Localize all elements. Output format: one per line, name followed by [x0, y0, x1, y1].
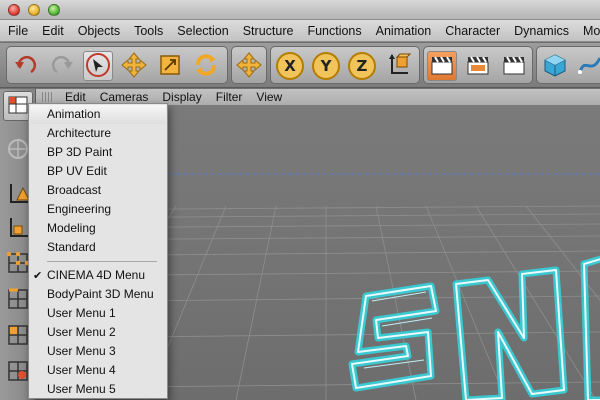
- clapperboard-icon: [465, 53, 491, 80]
- menu-objects[interactable]: Objects: [71, 24, 127, 38]
- toolbar-group-recent: [231, 46, 267, 84]
- main-menu-bar: File Edit Objects Tools Selection Struct…: [0, 20, 600, 42]
- redo-button[interactable]: [47, 51, 77, 81]
- checkmark-icon: ✔: [33, 269, 43, 282]
- live-selection-button[interactable]: [83, 51, 113, 81]
- x-axis-icon: X: [276, 52, 304, 80]
- coordinate-system-button[interactable]: [383, 51, 413, 81]
- menu-item-bodypaint-3d-menu[interactable]: BodyPaint 3D Menu: [29, 285, 167, 304]
- layout-item-bp-3d-paint[interactable]: BP 3D Paint: [29, 143, 167, 162]
- toolbar-group-axis: X Y Z: [270, 46, 420, 84]
- render-view-button[interactable]: [427, 51, 457, 81]
- spline-pen-icon: [577, 52, 600, 81]
- menu-animation[interactable]: Animation: [369, 24, 439, 38]
- menu-item-label: CINEMA 4D Menu: [47, 268, 146, 282]
- rotate-tool-button[interactable]: [191, 51, 221, 81]
- z-axis-lock-button[interactable]: Z: [347, 51, 377, 81]
- scale-tool-button[interactable]: [155, 51, 185, 81]
- layout-item-architecture[interactable]: Architecture: [29, 124, 167, 143]
- viewport-menu-edit[interactable]: Edit: [58, 90, 93, 104]
- selection-cursor-icon: [84, 51, 112, 82]
- menu-dynamics[interactable]: Dynamics: [507, 24, 576, 38]
- viewport-grip-icon[interactable]: [42, 92, 52, 102]
- minimize-window-button[interactable]: [28, 4, 40, 16]
- render-settings-button[interactable]: [499, 51, 529, 81]
- menu-tools[interactable]: Tools: [127, 24, 170, 38]
- uv-grid-icon: [6, 359, 30, 386]
- menu-character[interactable]: Character: [438, 24, 507, 38]
- viewport-menu-filter[interactable]: Filter: [209, 90, 250, 104]
- layout-item-broadcast[interactable]: Broadcast: [29, 181, 167, 200]
- menu-edit[interactable]: Edit: [35, 24, 71, 38]
- close-window-button[interactable]: [8, 4, 20, 16]
- redo-icon: [49, 53, 75, 80]
- toolbar-group-primitives: [536, 46, 600, 84]
- toolbar-group-edit: [6, 46, 228, 84]
- viewport-menu-cameras[interactable]: Cameras: [93, 90, 156, 104]
- menu-structure[interactable]: Structure: [236, 24, 301, 38]
- toolbar-group-render: [423, 46, 533, 84]
- layout-grid-icon: [7, 95, 29, 118]
- move-arrows-icon: [235, 51, 263, 82]
- command-toolbar: X Y Z: [0, 43, 600, 88]
- move-tool-button[interactable]: [119, 51, 149, 81]
- menu-separator: [47, 261, 157, 262]
- render-picture-viewer-button[interactable]: [463, 51, 493, 81]
- move-arrows-icon: [120, 51, 148, 82]
- y-axis-lock-button[interactable]: Y: [311, 51, 341, 81]
- points-grid-icon: [6, 251, 30, 278]
- x-axis-lock-button[interactable]: X: [275, 51, 305, 81]
- menu-item-user-menu-4[interactable]: User Menu 4: [29, 361, 167, 380]
- layout-dropdown-menu: Animation Architecture BP 3D Paint BP UV…: [28, 103, 168, 399]
- rotate-arrows-icon: [192, 51, 220, 82]
- layout-item-animation[interactable]: Animation: [30, 105, 166, 124]
- layout-item-engineering[interactable]: Engineering: [29, 200, 167, 219]
- viewport-menu-view[interactable]: View: [249, 90, 289, 104]
- polygon-mesh-icon: [6, 137, 30, 164]
- layout-item-standard[interactable]: Standard: [29, 238, 167, 257]
- zoom-window-button[interactable]: [48, 4, 60, 16]
- cube-icon: [542, 52, 568, 81]
- recent-tool-button[interactable]: [234, 51, 264, 81]
- title-bar: [0, 0, 600, 20]
- menu-item-user-menu-1[interactable]: User Menu 1: [29, 304, 167, 323]
- edges-grid-icon: [6, 287, 30, 314]
- viewport-menu-display[interactable]: Display: [155, 90, 208, 104]
- object-coordinate-icon: [384, 51, 412, 82]
- menu-file[interactable]: File: [0, 24, 35, 38]
- layout-item-bp-uv-edit[interactable]: BP UV Edit: [29, 162, 167, 181]
- clapperboard-icon: [501, 53, 527, 80]
- menu-item-user-menu-3[interactable]: User Menu 3: [29, 342, 167, 361]
- menu-item-user-menu-5[interactable]: User Menu 5: [29, 380, 167, 399]
- spline-tool-button[interactable]: [575, 51, 600, 81]
- menu-mograph[interactable]: MoGra: [576, 24, 600, 38]
- undo-button[interactable]: [11, 51, 41, 81]
- menu-item-cinema-4d-menu[interactable]: ✔ CINEMA 4D Menu: [29, 266, 167, 285]
- polygons-grid-icon: [6, 323, 30, 350]
- menu-item-user-menu-2[interactable]: User Menu 2: [29, 323, 167, 342]
- undo-icon: [13, 53, 39, 80]
- z-axis-icon: Z: [348, 52, 376, 80]
- cube-primitive-button[interactable]: [540, 51, 570, 81]
- y-axis-icon: Y: [312, 52, 340, 80]
- menu-selection[interactable]: Selection: [170, 24, 235, 38]
- menu-functions[interactable]: Functions: [300, 24, 368, 38]
- layout-item-modeling[interactable]: Modeling: [29, 219, 167, 238]
- clapperboard-icon: [429, 53, 455, 80]
- scale-box-icon: [156, 51, 184, 82]
